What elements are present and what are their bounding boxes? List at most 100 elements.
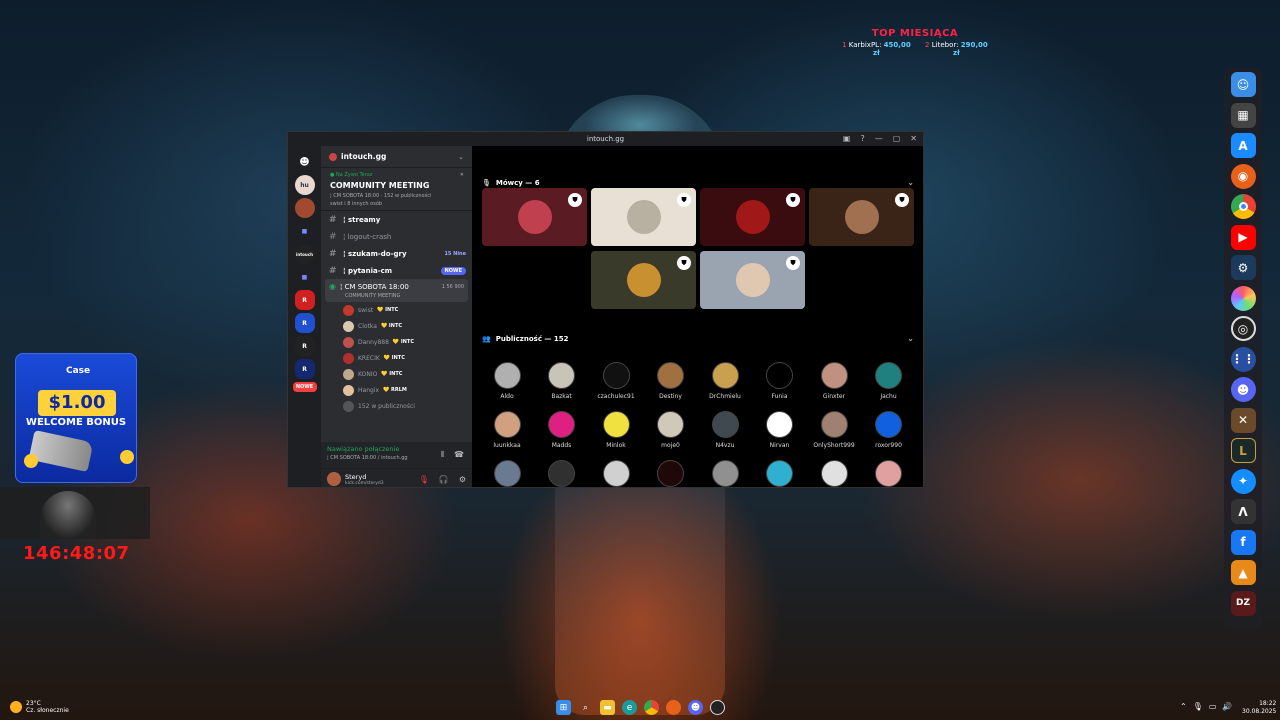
speaker-tile[interactable]: ⛊ [482, 188, 587, 246]
voice-member[interactable]: 152 w publiczności [321, 398, 472, 414]
user-info[interactable]: Steryd kick.com/steryd3 [345, 473, 384, 486]
audience-member[interactable]: Ginxter [807, 362, 861, 400]
firefox-taskbar-icon[interactable] [666, 700, 681, 715]
voice-member[interactable]: KONIO 💛 INTC [321, 366, 472, 382]
chrome-icon[interactable] [1230, 194, 1256, 219]
audience-member[interactable] [807, 460, 861, 487]
photos-icon[interactable] [1230, 285, 1256, 311]
chevron-up-icon[interactable]: ⌃ [1180, 702, 1187, 711]
speaker-tile[interactable]: ⛊ [591, 251, 696, 309]
audience-member[interactable]: Nirvan [753, 411, 807, 449]
voice-member[interactable]: Clotka 💛 INTC [321, 318, 472, 334]
voice-member[interactable]: Danny888 💛 INTC [321, 334, 472, 350]
speakers-header[interactable]: 🎙 Mówcy — 6 ⌄ [482, 178, 914, 187]
voice-member[interactable]: KRECIK 💛 INTC [321, 350, 472, 366]
dayz-icon[interactable]: DZ [1230, 590, 1256, 616]
guild-r-blue[interactable]: R [294, 313, 315, 333]
close-event-icon[interactable]: ✕ [460, 172, 464, 178]
weather-widget[interactable]: 23°C Cz. słonecznie [10, 700, 69, 714]
guild-hunda[interactable]: hu [294, 175, 315, 195]
taskbar-clock[interactable]: 18:22 30.08.2025 [1242, 700, 1276, 716]
league-icon[interactable]: L [1230, 438, 1256, 463]
edge-icon[interactable]: e [622, 700, 637, 715]
chrome-taskbar-icon[interactable] [644, 700, 659, 715]
audience-member[interactable]: Funia [753, 362, 807, 400]
vlc-icon[interactable]: ▲ [1230, 560, 1256, 585]
channel-szukam-do-gry[interactable]: # ¦ szukam-do-gry 15 Nine [321, 245, 472, 262]
discord-taskbar-icon[interactable]: ☻ [688, 700, 703, 715]
close-button[interactable]: ✕ [910, 134, 917, 143]
soundboard-icon[interactable]: ⫴ [441, 450, 444, 460]
mute-icon[interactable]: 🎙 [419, 475, 429, 484]
audience-member[interactable]: N4vzu [698, 411, 752, 449]
speaker-tile[interactable]: ⛊ [591, 188, 696, 246]
audience-member[interactable]: Aldo [480, 362, 534, 400]
audience-member[interactable]: OnlyShort999 [807, 411, 861, 449]
launchpad-icon[interactable]: ⋮⋮ [1230, 346, 1256, 372]
obs-icon[interactable]: ◎ [1230, 316, 1256, 341]
file-explorer-icon[interactable]: ▬ [600, 700, 615, 715]
settings-gear-icon[interactable]: ⚙ [459, 475, 466, 484]
game-swords-icon[interactable]: ✕ [1230, 407, 1256, 433]
disconnect-icon[interactable]: ☎ [454, 450, 464, 459]
audience-member[interactable]: roxor990 [862, 411, 916, 449]
facebook-icon[interactable]: f [1230, 529, 1256, 555]
voice-channel-cm[interactable]: ◉ ¦ CM SOBOTA 18:00 1 56 900 COMMUNITY MEE… [325, 279, 468, 302]
arrow-app-icon[interactable]: Λ [1230, 499, 1256, 524]
speaker-tile[interactable]: ⛊ [700, 188, 805, 246]
calculator-icon[interactable]: ▦ [1230, 102, 1256, 128]
search-icon[interactable]: ⌕ [578, 700, 593, 715]
audience-member[interactable]: Bazkat [535, 362, 589, 400]
volume-icon[interactable]: 🔊 [1222, 702, 1232, 711]
server-header[interactable]: intouch.gg ⌄ [321, 146, 472, 168]
windows-start-icon[interactable]: ⊞ [556, 700, 571, 715]
guild-folder-icon[interactable]: ■ [295, 221, 315, 241]
voice-member[interactable]: swist 💛 INTC [321, 302, 472, 318]
speaker-tile[interactable]: ⛊ [809, 188, 914, 246]
audience-member[interactable] [698, 460, 752, 487]
guild-new-badge[interactable]: NOWE [292, 382, 317, 392]
app-store-icon[interactable]: A [1230, 133, 1256, 158]
audience-member[interactable]: Jachu [862, 362, 916, 400]
guild-r-dark[interactable]: R [294, 336, 315, 356]
channel-logout-crash[interactable]: # ¦ logout-crash [321, 228, 472, 245]
youtube-icon[interactable]: ▶ [1230, 224, 1256, 250]
help-icon[interactable]: ? [860, 134, 864, 143]
discord-icon[interactable]: ☻ [1230, 377, 1256, 402]
audience-member[interactable]: luunkkaa [480, 411, 534, 449]
audience-member[interactable] [480, 460, 534, 487]
audience-member[interactable]: moje0 [644, 411, 698, 449]
guild-folder-icon[interactable]: ■ [295, 267, 315, 287]
casino-ad-widget[interactable]: Case $1.00 WELCOME BONUS [15, 353, 137, 483]
channel-streamy[interactable]: # ¦ streamy [321, 211, 472, 228]
guild-intouch[interactable]: intouch [294, 244, 315, 264]
speaker-tile[interactable]: ⛊ [700, 251, 805, 309]
minimize-button[interactable]: — [875, 134, 883, 143]
steam-icon[interactable]: ⚙ [1230, 255, 1256, 280]
audience-header[interactable]: 👥 Publiczność — 152 ⌄ [482, 334, 914, 343]
finder-icon[interactable]: ☺ [1230, 72, 1256, 97]
audience-member[interactable] [862, 460, 916, 487]
inbox-icon[interactable]: ▣ [843, 134, 851, 143]
audience-member[interactable]: Destiny [644, 362, 698, 400]
headphones-icon[interactable]: 🎧 [439, 475, 449, 484]
live-event-card[interactable]: ● Na Żywo Teraz ✕ COMMUNITY MEETING ¦ CM … [321, 168, 472, 211]
audience-member[interactable] [644, 460, 698, 487]
audience-member[interactable] [589, 460, 643, 487]
guild-avatar[interactable] [294, 198, 315, 218]
voice-member[interactable]: Hangix 💛 RRLM [321, 382, 472, 398]
user-avatar[interactable] [327, 472, 341, 486]
maximize-button[interactable]: ▢ [893, 134, 901, 143]
channel-pytania-cm[interactable]: # ¦ pytania-cm NOWE [321, 262, 472, 279]
mic-tray-icon[interactable]: 🎙 [1193, 702, 1203, 711]
audience-member[interactable] [535, 460, 589, 487]
guild-r-navy[interactable]: R [294, 359, 315, 379]
discord-home-icon[interactable]: ☻ [294, 152, 315, 172]
battlenet-icon[interactable]: ✦ [1230, 468, 1256, 494]
firefox-icon[interactable]: ◉ [1230, 163, 1256, 189]
obs-taskbar-icon[interactable] [710, 700, 725, 715]
audience-member[interactable] [753, 460, 807, 487]
audience-member[interactable]: Minlok [589, 411, 643, 449]
audience-member[interactable]: Madds [535, 411, 589, 449]
guild-r-red[interactable]: R [294, 290, 315, 310]
